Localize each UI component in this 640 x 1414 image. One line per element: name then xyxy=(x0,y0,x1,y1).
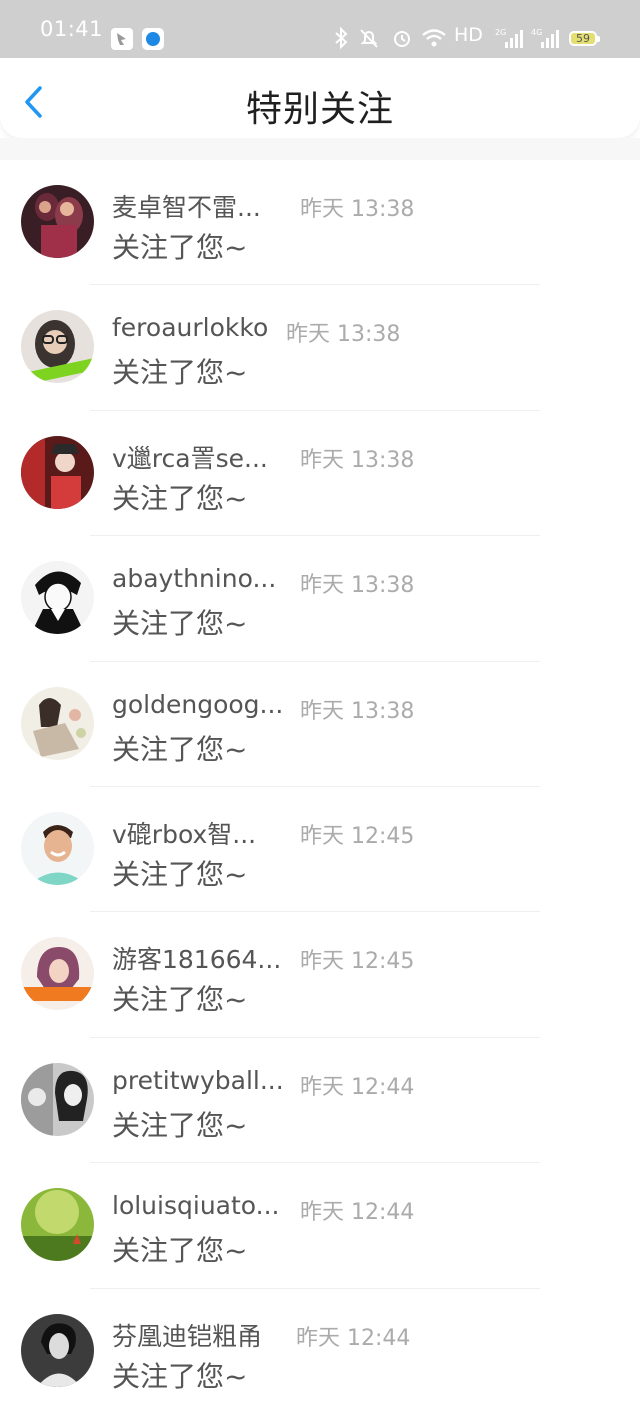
timestamp: 昨天 12:45 xyxy=(300,949,415,975)
hd-icon: HD xyxy=(454,24,483,46)
header-bar: 特别关注 xyxy=(0,58,640,138)
user-name[interactable]: pretitwyball... xyxy=(112,1066,284,1095)
user-name[interactable]: v邋rca詈se... xyxy=(112,439,268,475)
user-name[interactable]: v磇rbox智... xyxy=(112,815,256,851)
avatar[interactable] xyxy=(21,811,94,885)
timestamp: 昨天 13:38 xyxy=(300,698,415,724)
action-text: 关注了您~ xyxy=(112,1359,248,1393)
svg-text:4G: 4G xyxy=(531,28,542,37)
follow-notification-list: 麦卓智不雷... 昨天 13:38 关注了您~ feroaurlokko 昨天 … xyxy=(0,160,640,1414)
avatar[interactable] xyxy=(21,686,94,760)
action-text: 关注了您~ xyxy=(112,481,248,515)
action-text: 关注了您~ xyxy=(112,732,248,766)
action-text: 关注了您~ xyxy=(112,231,248,264)
svg-text:2G: 2G xyxy=(495,28,506,37)
alarm-icon xyxy=(394,31,410,47)
action-text: 关注了您~ xyxy=(112,1234,248,1268)
user-name[interactable]: 麦卓智不雷... xyxy=(112,188,261,224)
avatar[interactable] xyxy=(21,1062,94,1136)
user-name[interactable]: loluisqiuato... xyxy=(112,1191,279,1220)
timestamp: 昨天 13:38 xyxy=(286,322,401,348)
page-title: 特别关注 xyxy=(245,89,394,130)
battery-icon: 59 xyxy=(569,31,600,46)
avatar[interactable] xyxy=(21,1313,94,1387)
list-item[interactable]: pretitwyball... 昨天 12:44 关注了您~ xyxy=(0,1038,640,1164)
timestamp: 昨天 12:44 xyxy=(296,1325,411,1351)
list-item[interactable]: feroaurlokko 昨天 13:38 关注了您~ xyxy=(0,285,640,411)
user-name[interactable]: goldengoog... xyxy=(112,690,283,719)
signal-4g-icon: 4G xyxy=(531,28,559,48)
app-icon-1 xyxy=(111,28,133,50)
signal-2g-icon: 2G xyxy=(495,28,523,48)
list-item[interactable]: 麦卓智不雷... 昨天 13:38 关注了您~ xyxy=(0,160,640,286)
status-time: 01:41 xyxy=(40,17,104,41)
list-item[interactable]: goldengoog... 昨天 13:38 关注了您~ xyxy=(0,662,640,787)
list-item[interactable]: 游客181664... 昨天 12:45 关注了您~ xyxy=(0,912,640,1038)
status-bar: 01:41 HD 2G 4G 59 xyxy=(0,0,640,58)
list-item[interactable]: v邋rca詈se... 昨天 13:38 关注了您~ xyxy=(0,411,640,537)
action-text: 关注了您~ xyxy=(112,1108,248,1142)
list-item[interactable]: 芬凰迪铠粗甬 昨天 12:44 关注了您~ xyxy=(0,1289,640,1414)
timestamp: 昨天 12:45 xyxy=(300,823,415,849)
avatar[interactable] xyxy=(21,185,94,258)
avatar[interactable] xyxy=(21,435,94,509)
user-name[interactable]: 芬凰迪铠粗甬 xyxy=(112,1317,262,1353)
avatar[interactable] xyxy=(21,310,94,384)
list-item[interactable]: abaythnino... 昨天 13:38 关注了您~ xyxy=(0,536,640,662)
action-text: 关注了您~ xyxy=(112,607,248,641)
user-name[interactable]: 游客181664... xyxy=(112,940,281,976)
bluetooth-icon xyxy=(335,26,348,50)
mute-icon xyxy=(360,29,378,48)
timestamp: 昨天 13:38 xyxy=(300,573,415,599)
wifi-icon xyxy=(422,29,446,47)
timestamp: 昨天 12:44 xyxy=(300,1074,415,1100)
timestamp: 昨天 12:44 xyxy=(300,1200,415,1226)
list-item[interactable]: loluisqiuato... 昨天 12:44 关注了您~ xyxy=(0,1163,640,1289)
action-text: 关注了您~ xyxy=(112,356,248,390)
action-text: 关注了您~ xyxy=(112,983,248,1017)
avatar[interactable] xyxy=(21,1188,94,1262)
header-separator xyxy=(0,138,640,160)
user-name[interactable]: abaythnino... xyxy=(112,564,276,593)
list-item[interactable]: v磇rbox智... 昨天 12:45 关注了您~ xyxy=(0,787,640,913)
timestamp: 昨天 13:38 xyxy=(300,197,415,222)
app-icon-2 xyxy=(142,28,164,50)
user-name[interactable]: feroaurlokko xyxy=(112,313,268,342)
timestamp: 昨天 13:38 xyxy=(300,447,415,473)
action-text: 关注了您~ xyxy=(112,857,248,891)
avatar[interactable] xyxy=(21,561,94,635)
avatar[interactable] xyxy=(21,937,94,1011)
